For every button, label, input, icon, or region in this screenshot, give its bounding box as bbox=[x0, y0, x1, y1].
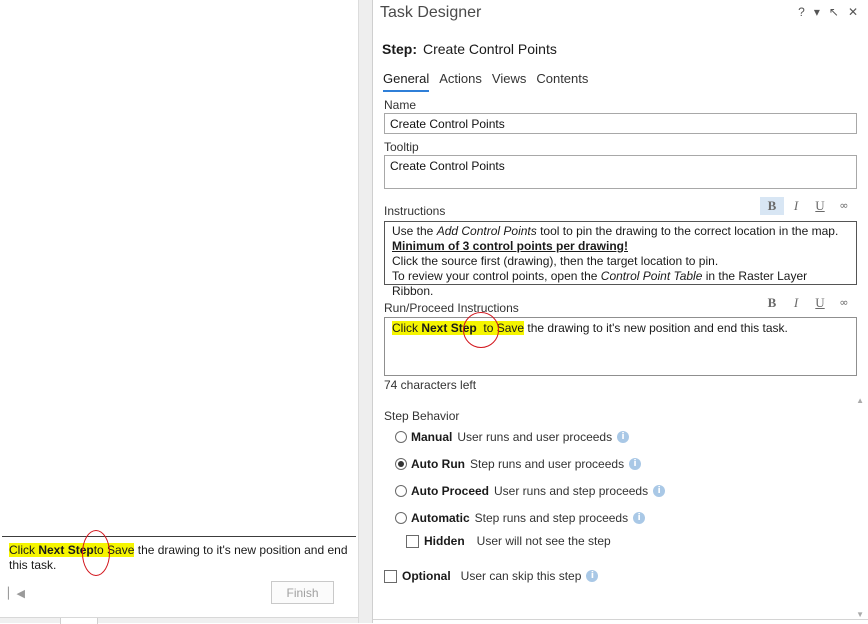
option-desc: Step runs and step proceeds bbox=[474, 511, 629, 525]
link-icon[interactable]: ∞ bbox=[832, 294, 856, 312]
step-name: Create Control Points bbox=[423, 41, 557, 57]
help-icon[interactable]: ? bbox=[798, 5, 805, 19]
step-heading: Step: Create Control Points bbox=[382, 41, 557, 57]
underline-icon[interactable]: U bbox=[808, 294, 832, 312]
instructions-line: Use the Add Control Points tool to pin t… bbox=[392, 224, 849, 239]
radio-automatic[interactable] bbox=[395, 512, 407, 524]
option-title: Hidden bbox=[424, 534, 465, 548]
divider bbox=[2, 536, 356, 537]
option-title: Automatic bbox=[411, 511, 470, 525]
tab-contents[interactable]: Contents bbox=[536, 71, 588, 92]
task-designer-pane: Task Designer ? ▾ ↖ ✕ Step: Create Contro… bbox=[372, 0, 868, 623]
option-desc: Step runs and user proceeds bbox=[469, 457, 625, 471]
option-auto-proceed[interactable]: Auto Proceed User runs and step proceeds… bbox=[395, 484, 666, 498]
info-icon[interactable]: i bbox=[617, 431, 630, 443]
option-title: Optional bbox=[402, 569, 451, 583]
chevron-down-icon[interactable]: ▾ bbox=[814, 5, 820, 19]
run-prefix: Click bbox=[392, 321, 422, 335]
pane-controls: ? ▾ ↖ ✕ bbox=[798, 5, 858, 19]
option-title: Manual bbox=[411, 430, 453, 444]
task-message: Click Next Stepto Save the drawing to it… bbox=[9, 543, 355, 573]
message-prefix: Click bbox=[9, 543, 39, 557]
run-suffix: the drawing to it's new position and end… bbox=[524, 321, 788, 335]
info-icon[interactable]: i bbox=[629, 458, 642, 470]
text-run-italic: Add Control Points bbox=[436, 224, 537, 238]
run-format-toolbar: B I U ∞ bbox=[760, 294, 856, 312]
task-preview-pane: Click Next Stepto Save the drawing to it… bbox=[0, 0, 358, 624]
red-annotation-circle bbox=[82, 530, 110, 576]
divider bbox=[373, 619, 868, 620]
instructions-line: Minimum of 3 control points per drawing! bbox=[392, 239, 849, 254]
pin-icon[interactable]: ↖ bbox=[829, 5, 839, 19]
name-label: Name bbox=[384, 98, 417, 112]
text-run: Use the bbox=[392, 224, 437, 238]
tooltip-label: Tooltip bbox=[384, 140, 419, 154]
option-manual[interactable]: Manual User runs and user proceeds i bbox=[395, 430, 630, 444]
bold-icon[interactable]: B bbox=[760, 294, 784, 312]
hidden-checkbox[interactable] bbox=[406, 534, 419, 548]
run-proceed-editor[interactable]: Click Next Step to Save the drawing to i… bbox=[384, 317, 857, 376]
tab-stub[interactable] bbox=[60, 618, 98, 624]
radio-auto-proceed[interactable] bbox=[395, 485, 407, 497]
run-proceed-label: Run/Proceed Instructions bbox=[384, 301, 519, 315]
option-desc: User can skip this step bbox=[460, 569, 582, 583]
text-run: tool to pin the drawing to the correct l… bbox=[536, 224, 839, 238]
info-icon[interactable]: i bbox=[653, 485, 666, 497]
left-tab-strip bbox=[0, 617, 358, 624]
pane-splitter[interactable] bbox=[358, 0, 372, 623]
tab-views[interactable]: Views bbox=[492, 71, 526, 92]
step-behavior-label: Step Behavior bbox=[384, 409, 460, 423]
scroll-up-icon[interactable]: ▲ bbox=[856, 396, 864, 405]
underline-icon[interactable]: U bbox=[808, 197, 832, 215]
italic-icon[interactable]: I bbox=[784, 197, 808, 215]
info-icon[interactable]: i bbox=[586, 570, 599, 582]
text-run-italic: Control Point Table bbox=[600, 269, 703, 283]
text-run-bold-underline: Minimum of 3 control points per drawing! bbox=[392, 239, 628, 253]
bold-icon[interactable]: B bbox=[760, 197, 784, 215]
option-desc: User runs and user proceeds bbox=[457, 430, 613, 444]
option-automatic[interactable]: Automatic Step runs and step proceeds i bbox=[395, 511, 646, 525]
text-run: To review your control points, open the bbox=[392, 269, 601, 283]
characters-left: 74 characters left bbox=[384, 378, 477, 392]
option-title: Auto Run bbox=[411, 457, 465, 471]
step-label: Step: bbox=[382, 41, 417, 57]
tab-bar: General Actions Views Contents bbox=[383, 71, 598, 92]
italic-icon[interactable]: I bbox=[784, 294, 808, 312]
info-icon[interactable]: i bbox=[633, 512, 646, 524]
option-desc: User will not see the step bbox=[476, 534, 611, 548]
pane-title: Task Designer bbox=[380, 4, 482, 21]
tab-general[interactable]: General bbox=[383, 71, 430, 92]
finish-button[interactable]: Finish bbox=[271, 581, 334, 604]
instructions-format-toolbar: B I U ∞ bbox=[760, 197, 856, 215]
instructions-line: Click the source first (drawing), then t… bbox=[392, 254, 719, 268]
name-input[interactable]: Create Control Points bbox=[384, 113, 857, 134]
first-page-icon[interactable]: ▏◀ bbox=[8, 587, 25, 600]
radio-manual[interactable] bbox=[395, 431, 407, 443]
option-desc: User runs and step proceeds bbox=[494, 484, 649, 498]
option-hidden[interactable]: Hidden User will not see the step bbox=[406, 534, 616, 548]
link-icon[interactable]: ∞ bbox=[832, 197, 856, 215]
scroll-down-icon[interactable]: ▼ bbox=[856, 610, 864, 619]
tab-actions[interactable]: Actions bbox=[439, 71, 482, 92]
option-auto-run[interactable]: Auto Run Step runs and user proceeds i bbox=[395, 457, 642, 471]
close-icon[interactable]: ✕ bbox=[848, 5, 858, 19]
optional-checkbox[interactable] bbox=[384, 569, 397, 583]
radio-auto-run[interactable] bbox=[395, 458, 407, 470]
tooltip-input[interactable]: Create Control Points bbox=[384, 155, 857, 189]
option-title: Auto Proceed bbox=[411, 484, 490, 498]
option-optional[interactable]: Optional User can skip this step i bbox=[384, 569, 599, 583]
red-annotation-circle bbox=[463, 312, 499, 348]
instructions-label: Instructions bbox=[384, 204, 446, 218]
instructions-editor[interactable]: Use the Add Control Points tool to pin t… bbox=[384, 221, 857, 298]
